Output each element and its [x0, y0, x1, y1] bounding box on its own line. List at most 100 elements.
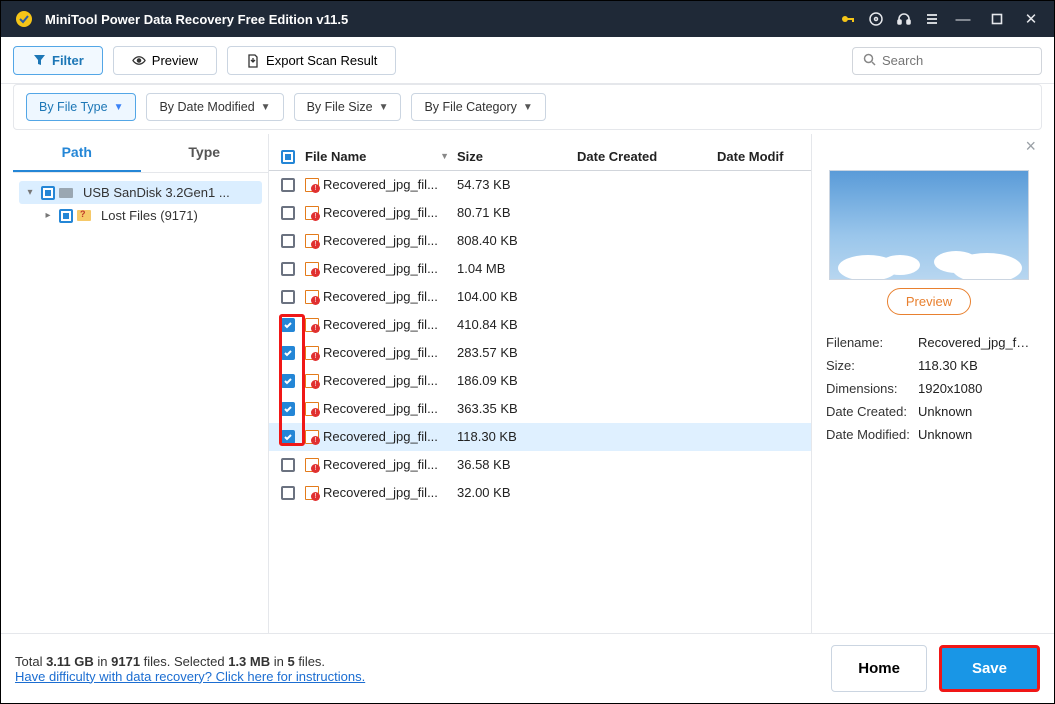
row-checkbox[interactable] [281, 234, 295, 248]
search-input[interactable] [882, 53, 1055, 68]
row-checkbox[interactable] [281, 402, 295, 416]
chip-date-modified[interactable]: By Date Modified▼ [146, 93, 283, 121]
search-input-wrap[interactable] [852, 47, 1042, 75]
filter-button[interactable]: Filter [13, 46, 103, 75]
folder-unknown-icon [77, 210, 91, 221]
table-row[interactable]: Recovered_jpg_fil...32.00 KB [269, 479, 811, 507]
table-row[interactable]: Recovered_jpg_fil...36.58 KB [269, 451, 811, 479]
row-filename: Recovered_jpg_fil... [323, 401, 457, 416]
row-checkbox[interactable] [281, 486, 295, 500]
meta-datemodified-val: Unknown [918, 427, 1032, 442]
headphones-icon[interactable] [890, 5, 918, 33]
tab-type[interactable]: Type [141, 134, 269, 172]
funnel-icon [32, 54, 46, 68]
jpg-file-icon [305, 402, 319, 416]
col-size[interactable]: Size [457, 149, 577, 164]
col-date-modified[interactable]: Date Modif [717, 149, 799, 164]
sort-desc-icon[interactable]: ▼ [440, 151, 457, 161]
tree-root-label: USB SanDisk 3.2Gen1 ... [83, 185, 258, 200]
footer: Total 3.11 GB in 9171 files. Selected 1.… [1, 633, 1054, 703]
table-row[interactable]: Recovered_jpg_fil...363.35 KB [269, 395, 811, 423]
row-filename: Recovered_jpg_fil... [323, 261, 457, 276]
save-button[interactable]: Save [939, 645, 1040, 692]
export-icon [246, 54, 260, 68]
row-checkbox[interactable] [281, 262, 295, 276]
menu-icon[interactable] [918, 5, 946, 33]
table-row[interactable]: Recovered_jpg_fil...283.57 KB [269, 339, 811, 367]
close-button[interactable]: ✕ [1014, 2, 1048, 36]
chevron-down-icon: ▼ [523, 102, 533, 113]
home-button[interactable]: Home [831, 645, 927, 692]
meta-filename-key: Filename: [826, 335, 918, 350]
table-row[interactable]: Recovered_jpg_fil...80.71 KB [269, 199, 811, 227]
jpg-file-icon [305, 430, 319, 444]
select-all-checkbox[interactable] [281, 150, 295, 164]
row-size: 80.71 KB [457, 205, 577, 220]
maximize-button[interactable] [980, 2, 1014, 36]
chip-file-size[interactable]: By File Size▼ [294, 93, 402, 121]
file-rows: Recovered_jpg_fil...54.73 KBRecovered_jp… [269, 171, 811, 507]
table-row[interactable]: Recovered_jpg_fil...808.40 KB [269, 227, 811, 255]
row-filename: Recovered_jpg_fil... [323, 345, 457, 360]
row-checkbox[interactable] [281, 178, 295, 192]
row-checkbox[interactable] [281, 374, 295, 388]
row-size: 54.73 KB [457, 177, 577, 192]
preview-pane: × Preview Filename:Recovered_jpg_file(7 … [812, 134, 1042, 633]
row-checkbox[interactable] [281, 458, 295, 472]
help-link[interactable]: Have difficulty with data recovery? Clic… [15, 669, 365, 684]
table-row[interactable]: Recovered_jpg_fil...104.00 KB [269, 283, 811, 311]
table-row[interactable]: Recovered_jpg_fil...410.84 KB [269, 311, 811, 339]
tree-checkbox[interactable] [41, 186, 55, 200]
chevron-down-icon[interactable]: ▾ [23, 187, 37, 198]
col-date-created[interactable]: Date Created [577, 149, 717, 164]
row-size: 104.00 KB [457, 289, 577, 304]
row-checkbox[interactable] [281, 318, 295, 332]
row-checkbox[interactable] [281, 346, 295, 360]
jpg-file-icon [305, 346, 319, 360]
status-line: Total 3.11 GB in 9171 files. Selected 1.… [15, 654, 365, 669]
table-row[interactable]: Recovered_jpg_fil...186.09 KB [269, 367, 811, 395]
tree-root[interactable]: ▾ USB SanDisk 3.2Gen1 ... [19, 181, 262, 204]
jpg-file-icon [305, 318, 319, 332]
chip-file-type[interactable]: By File Type▼ [26, 93, 136, 121]
tree: ▾ USB SanDisk 3.2Gen1 ... ▸ Lost Files (… [13, 173, 268, 235]
primary-toolbar: Filter Preview Export Scan Result [1, 37, 1054, 84]
meta-datecreated-val: Unknown [918, 404, 1032, 419]
meta-dims-key: Dimensions: [826, 381, 918, 396]
file-metadata: Filename:Recovered_jpg_file(7 Size:118.3… [826, 331, 1032, 446]
upgrade-key-icon[interactable] [834, 5, 862, 33]
window-title: MiniTool Power Data Recovery Free Editio… [45, 12, 834, 27]
row-checkbox[interactable] [281, 206, 295, 220]
preview-thumbnail [829, 170, 1029, 280]
row-size: 808.40 KB [457, 233, 577, 248]
chevron-down-icon: ▼ [114, 102, 124, 113]
tab-path[interactable]: Path [13, 134, 141, 172]
preview-open-button[interactable]: Preview [887, 288, 971, 315]
jpg-file-icon [305, 458, 319, 472]
preview-button[interactable]: Preview [113, 46, 217, 75]
row-checkbox[interactable] [281, 290, 295, 304]
row-size: 363.35 KB [457, 401, 577, 416]
col-filename[interactable]: File Name [305, 149, 366, 164]
jpg-file-icon [305, 374, 319, 388]
left-tabs: Path Type [13, 134, 268, 173]
row-size: 32.00 KB [457, 485, 577, 500]
row-filename: Recovered_jpg_fil... [323, 205, 457, 220]
export-button[interactable]: Export Scan Result [227, 46, 396, 75]
minimize-button[interactable]: — [946, 2, 980, 36]
jpg-file-icon [305, 486, 319, 500]
disc-icon[interactable] [862, 5, 890, 33]
table-row[interactable]: Recovered_jpg_fil...54.73 KB [269, 171, 811, 199]
meta-datecreated-key: Date Created: [826, 404, 918, 419]
table-row[interactable]: Recovered_jpg_fil...118.30 KB [269, 423, 811, 451]
tree-child[interactable]: ▸ Lost Files (9171) [19, 204, 262, 227]
chevron-right-icon[interactable]: ▸ [41, 210, 55, 221]
tree-checkbox[interactable] [59, 209, 73, 223]
search-icon [863, 53, 876, 69]
close-preview-icon[interactable]: × [1025, 136, 1036, 157]
row-checkbox[interactable] [281, 430, 295, 444]
table-row[interactable]: Recovered_jpg_fil...1.04 MB [269, 255, 811, 283]
chip-file-category[interactable]: By File Category▼ [411, 93, 545, 121]
row-filename: Recovered_jpg_fil... [323, 233, 457, 248]
row-filename: Recovered_jpg_fil... [323, 373, 457, 388]
